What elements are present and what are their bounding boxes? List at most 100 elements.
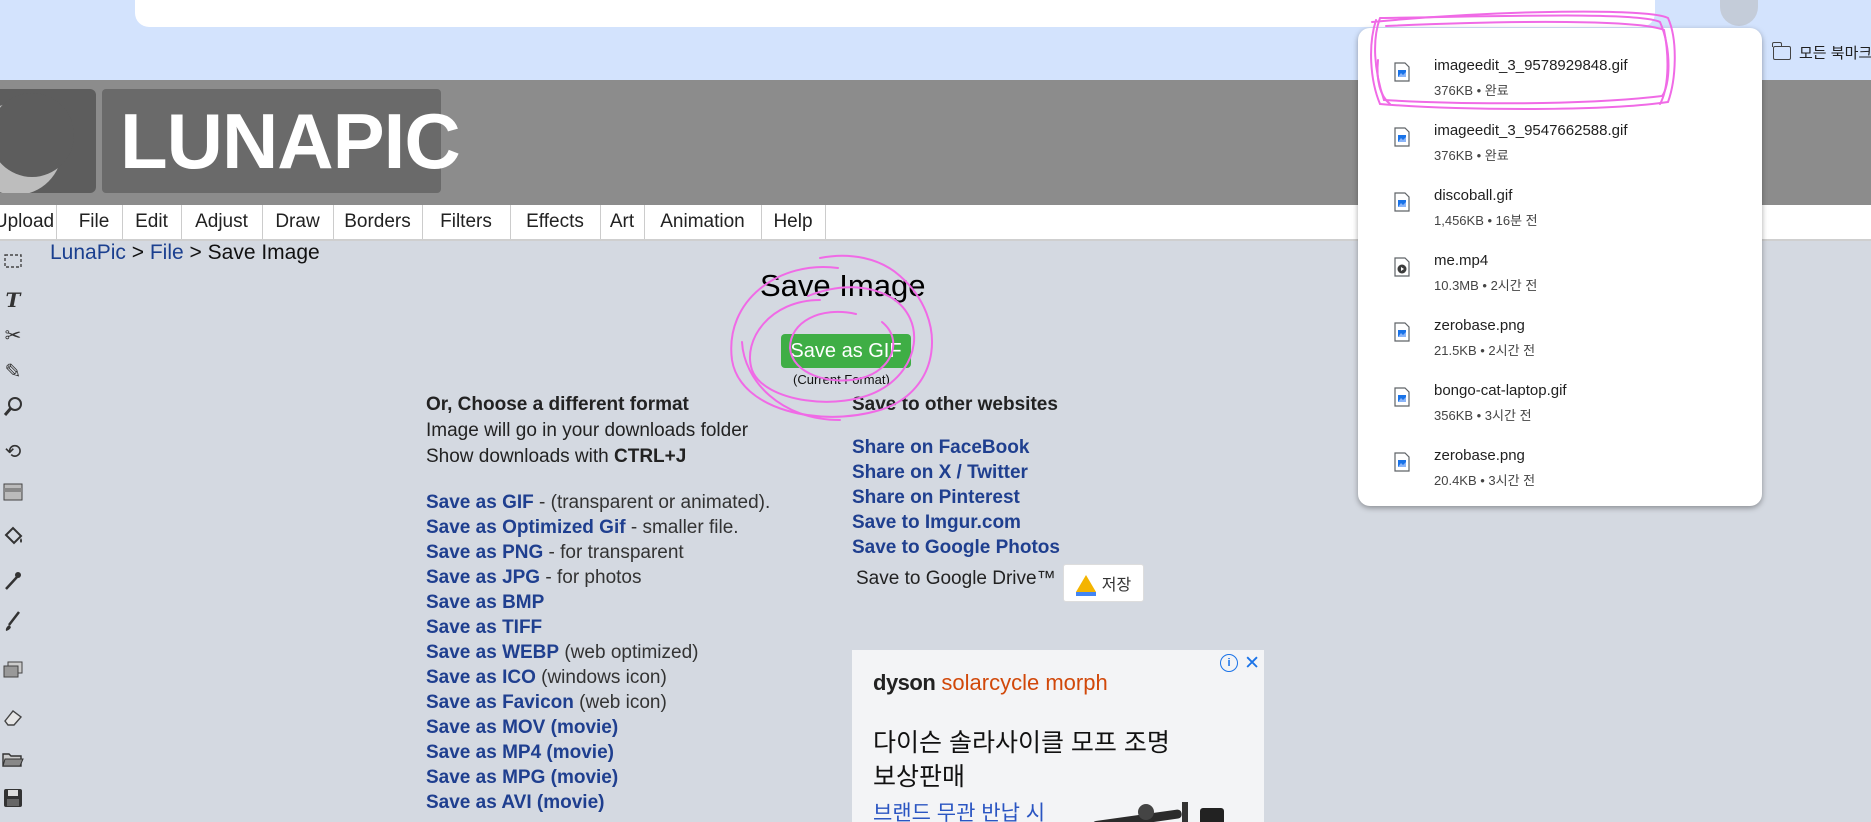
share-twitter-link[interactable]: Share on X / Twitter	[852, 462, 1028, 483]
folder-icon	[1772, 41, 1791, 60]
format-option: Save as Optimized Gif - smaller file.	[426, 515, 770, 540]
share-facebook-link[interactable]: Share on FaceBook	[852, 437, 1029, 458]
logo-text: LUNAPIC	[120, 97, 461, 185]
image-file-icon	[1394, 387, 1410, 407]
menu-animation[interactable]: Animation	[644, 205, 762, 239]
save-jpg-link[interactable]: Save as JPG	[426, 567, 540, 588]
address-bar[interactable]	[135, 0, 1655, 27]
gradient-icon[interactable]	[0, 482, 26, 510]
ad-brand-name: dyson	[873, 670, 936, 695]
download-meta: 356KB • 3시간 전	[1434, 408, 1532, 423]
text-tool-icon[interactable]: T	[0, 286, 26, 314]
all-bookmarks-label: 모든 북마크	[1799, 45, 1871, 62]
download-filename: me.mp4	[1434, 252, 1489, 269]
menu-borders[interactable]: Borders	[333, 205, 423, 239]
downloads-panel: imageedit_3_9578929848.gif 376KB • 완료 im…	[1358, 28, 1762, 506]
ad-close-icon[interactable]: ✕	[1244, 652, 1260, 675]
ad-product-name: solarcycle morph	[941, 670, 1108, 695]
download-item[interactable]: zerobase.png 20.4KB • 3시간 전	[1358, 438, 1762, 502]
menu-art[interactable]: Art	[600, 205, 645, 239]
format-option: Save as WEBP (web optimized)	[426, 640, 770, 665]
format-option: Save as MOV (movie)	[426, 715, 770, 740]
download-meta: 20.4KB • 3시간 전	[1434, 473, 1536, 488]
save-ico-link[interactable]: Save as ICO	[426, 667, 536, 688]
ad-info-icon[interactable]: i	[1220, 654, 1238, 672]
save-disk-icon[interactable]	[0, 788, 26, 816]
eyedropper-icon[interactable]	[0, 570, 26, 598]
download-item[interactable]: discoball.gif 1,456KB • 16분 전	[1358, 178, 1762, 242]
image-file-icon	[1394, 127, 1410, 147]
menu-adjust[interactable]: Adjust	[181, 205, 263, 239]
paint-bucket-icon[interactable]	[0, 526, 26, 554]
save-as-gif-button[interactable]: Save as GIF	[781, 334, 911, 368]
share-section: Save to other websites	[852, 392, 1058, 418]
moon-logo-icon	[0, 89, 96, 193]
ad-subtext: 브랜드 무관 반납 시	[873, 802, 1046, 822]
breadcrumb-current: Save Image	[207, 241, 320, 264]
eraser-icon[interactable]	[0, 706, 26, 734]
magnifier-icon[interactable]	[0, 396, 26, 424]
download-item[interactable]: me.mp4 10.3MB • 2시간 전	[1358, 243, 1762, 307]
menu-edit[interactable]: Edit	[122, 205, 182, 239]
brush-icon[interactable]	[0, 610, 26, 638]
scissors-icon[interactable]: ✂	[0, 322, 26, 350]
format-description: - (transparent or animated).	[533, 492, 771, 513]
save-optimized-gif-link[interactable]: Save as Optimized Gif	[426, 517, 626, 538]
save-mov-link[interactable]: Save as MOV (movie)	[426, 717, 618, 738]
download-filename: imageedit_3_9547662588.gif	[1434, 122, 1628, 139]
all-bookmarks-button[interactable]: 모든 북마크	[1772, 41, 1871, 63]
save-avi-link[interactable]: Save as AVI (movie)	[426, 792, 604, 813]
format-option: Save as PNG - for transparent	[426, 540, 770, 565]
format-option: Save as BMP	[426, 590, 770, 615]
share-links: Share on FaceBook Share on X / Twitter S…	[852, 435, 1060, 560]
format-option: Save as MP4 (movie)	[426, 740, 770, 765]
menu-file[interactable]: File	[66, 205, 123, 239]
save-bmp-link[interactable]: Save as BMP	[426, 592, 544, 613]
download-item[interactable]: imageedit_3_9547662588.gif 376KB • 완료	[1358, 113, 1762, 177]
shortcut-key: CTRL+J	[614, 446, 687, 467]
rotate-icon[interactable]: ⟲	[0, 438, 26, 466]
menu-filters[interactable]: Filters	[422, 205, 511, 239]
menu-draw[interactable]: Draw	[262, 205, 334, 239]
image-file-icon	[1394, 192, 1410, 212]
google-drive-label: Save to Google Drive™	[856, 568, 1056, 589]
breadcrumb-home-link[interactable]: LunaPic	[50, 241, 126, 264]
format-heading: Or, Choose a different format	[426, 394, 689, 415]
download-meta: 10.3MB • 2시간 전	[1434, 278, 1538, 293]
breadcrumb-file-link[interactable]: File	[150, 241, 184, 264]
save-mpg-link[interactable]: Save as MPG (movie)	[426, 767, 618, 788]
format-option: Save as GIF - (transparent or animated).	[426, 490, 770, 515]
format-description: - smaller file.	[625, 517, 739, 538]
format-option: Save as ICO (windows icon)	[426, 665, 770, 690]
format-option: Save as Favicon (web icon)	[426, 690, 770, 715]
share-pinterest-link[interactable]: Share on Pinterest	[852, 487, 1020, 508]
open-folder-icon[interactable]	[0, 748, 26, 776]
download-item[interactable]: zerobase.png 21.5KB • 2시간 전	[1358, 308, 1762, 372]
save-png-link[interactable]: Save as PNG	[426, 542, 543, 563]
save-imgur-link[interactable]: Save to Imgur.com	[852, 512, 1021, 533]
save-mp4-link[interactable]: Save as MP4 (movie)	[426, 742, 614, 763]
select-tool-icon[interactable]	[0, 250, 26, 278]
shortcut-note: Show downloads with CTRL+J	[426, 444, 748, 470]
google-drive-save-button[interactable]: 저장	[1063, 564, 1144, 602]
pencil-icon[interactable]: ✎	[0, 358, 26, 386]
menu-effects[interactable]: Effects	[510, 205, 601, 239]
menu-help[interactable]: Help	[761, 205, 826, 239]
format-description: - for photos	[540, 567, 642, 588]
google-drive-save-label: 저장	[1101, 577, 1132, 594]
format-option: Save as MPG (movie)	[426, 765, 770, 790]
advertisement[interactable]: i ✕ dyson solarcycle morph 다이슨 솔라사이클 모프 …	[852, 650, 1264, 822]
save-favicon-link[interactable]: Save as Favicon	[426, 692, 574, 713]
layers-icon[interactable]	[0, 660, 26, 688]
google-drive-icon	[1075, 574, 1096, 596]
breadcrumb-separator: >	[189, 241, 202, 264]
save-google-photos-link[interactable]: Save to Google Photos	[852, 537, 1060, 558]
save-gif-link[interactable]: Save as GIF	[426, 492, 534, 513]
download-item[interactable]: bongo-cat-laptop.gif 356KB • 3시간 전	[1358, 373, 1762, 437]
download-filename: imageedit_3_9578929848.gif	[1434, 57, 1628, 74]
save-tiff-link[interactable]: Save as TIFF	[426, 617, 542, 638]
menu-upload[interactable]: Upload	[0, 205, 57, 239]
save-webp-link[interactable]: Save as WEBP	[426, 642, 559, 663]
download-item[interactable]: imageedit_3_9578929848.gif 376KB • 완료	[1358, 48, 1762, 112]
ad-headline: 다이슨 솔라사이클 모프 조명 보상판매	[873, 726, 1170, 794]
